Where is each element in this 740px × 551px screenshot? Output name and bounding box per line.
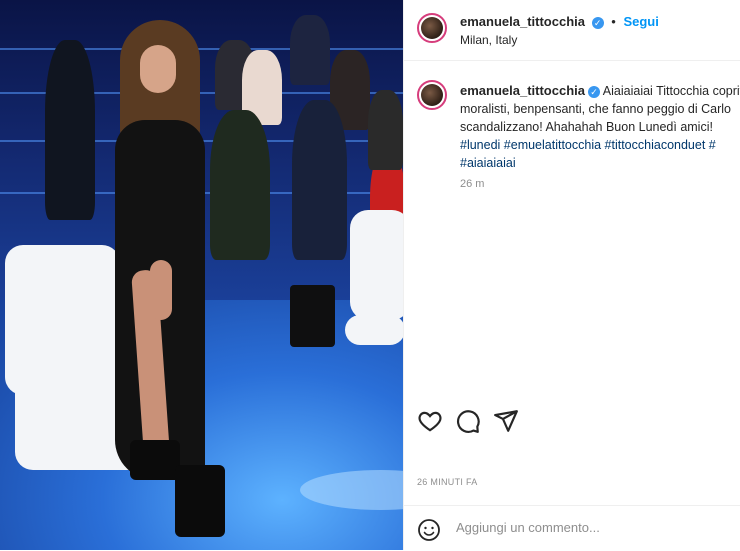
woman-arm	[150, 260, 172, 320]
comment-bar	[404, 505, 740, 551]
posted-time: 26 MINUTI FA	[417, 477, 478, 487]
white-chair-seat	[345, 315, 403, 345]
separator-dot: •	[611, 14, 616, 29]
caption-username[interactable]: emanuela_tittocchia	[460, 83, 585, 98]
location-link[interactable]: Milan, Italy	[460, 33, 517, 47]
post-header: emanuela_tittocchia ✓ • Segui Milan, Ita…	[404, 0, 740, 61]
seated-guest	[368, 90, 403, 170]
hashtags[interactable]: #aiaiaiaiai	[460, 156, 516, 170]
comment-bubble-icon[interactable]	[455, 408, 481, 434]
follow-button[interactable]: Segui	[623, 14, 658, 29]
speaker-box	[290, 285, 335, 347]
paper-plane-icon[interactable]	[493, 408, 519, 434]
post-sidebar: emanuela_tittocchia ✓ • Segui Milan, Ita…	[403, 0, 740, 550]
heart-icon[interactable]	[417, 408, 443, 434]
caption-line: scandalizzano! Ahahahah Buon Lunedì amic…	[460, 120, 713, 134]
caption-line: moralisti, benpensanti, che fanno peggio…	[460, 102, 732, 116]
black-shoe	[175, 465, 225, 537]
woman-face	[140, 45, 176, 93]
caption-text: emanuela_tittocchia ✓ Aiaiaiaiai Tittocch…	[460, 82, 740, 172]
post-photo[interactable]	[0, 0, 403, 550]
white-chair	[350, 210, 403, 320]
hashtags[interactable]: #lunedi #emuelatittocchia #tittocchiacon…	[460, 138, 716, 152]
comment-input[interactable]	[454, 519, 728, 536]
caption-block: emanuela_tittocchia ✓ Aiaiaiaiai Tittocch…	[404, 60, 740, 400]
black-shoe	[130, 440, 180, 480]
camera-operator	[45, 40, 95, 220]
audience-person	[290, 15, 330, 85]
avatar[interactable]	[417, 13, 447, 43]
caption-line: Aiaiaiaiai Tittocchia copriti	[602, 84, 740, 98]
smiley-icon[interactable]	[417, 518, 441, 542]
action-bar	[417, 408, 737, 438]
verified-badge-icon: ✓	[588, 85, 600, 98]
verified-badge-icon: ✓	[591, 16, 604, 29]
seated-guest	[292, 100, 347, 260]
header-user-line: emanuela_tittocchia ✓ • Segui	[460, 14, 659, 29]
username-link[interactable]: emanuela_tittocchia	[460, 14, 585, 29]
seated-guest	[210, 110, 270, 260]
caption-timestamp: 26 m	[460, 178, 485, 190]
avatar[interactable]	[417, 80, 447, 110]
